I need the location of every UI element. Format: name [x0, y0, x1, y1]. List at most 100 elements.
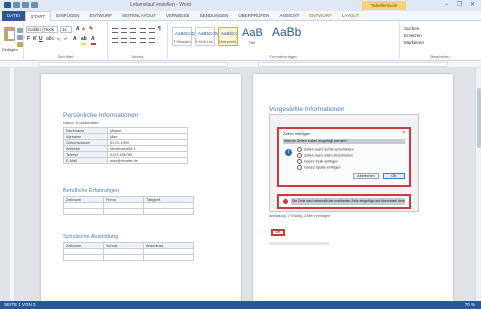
- page-right[interactable]: Vorgestellte Informationen Zellen einfüg…: [253, 74, 453, 301]
- tab-mailings[interactable]: SENDUNGEN: [195, 11, 234, 21]
- style-no-spacing[interactable]: AaBbCcDc ¶ Kein Lee...: [195, 27, 220, 46]
- undo-icon[interactable]: [22, 2, 29, 8]
- experience-table[interactable]: Zeitraum Firma Tätigkeit: [63, 196, 194, 215]
- dialog-title: Zellen einfügen: [283, 131, 311, 136]
- warning-text: Die Zeile wird unterhalb der markierten …: [291, 198, 405, 205]
- highlight-icon[interactable]: ab: [81, 36, 87, 42]
- editing-group-label: Bearbeiten: [430, 54, 450, 59]
- ribbon: Einfügen Calibri (Textk 11 A A ✎ F K U a…: [0, 21, 481, 61]
- text-effects-icon[interactable]: A: [73, 36, 77, 42]
- style-heading-1[interactable]: AaBbCc Überschrift 1: [218, 27, 238, 46]
- vertical-ruler[interactable]: [10, 68, 15, 301]
- table-row: [63, 208, 194, 215]
- restore-button[interactable]: ❐: [455, 1, 464, 9]
- style-title[interactable]: AaB Titel: [241, 27, 263, 46]
- font-size-select[interactable]: 11: [60, 26, 72, 33]
- styles-group: AaBbCcDc ¶ Standard AaBbCcDc ¶ Kein Lee.…: [168, 23, 400, 59]
- shrink-font-icon[interactable]: A: [82, 26, 85, 31]
- italic-icon[interactable]: K: [33, 36, 37, 42]
- horizontal-ruler[interactable]: [0, 61, 481, 68]
- grow-font-icon[interactable]: A: [76, 26, 80, 32]
- editing-group: Suchen Ersetzen Markieren Bearbeiten: [400, 23, 480, 59]
- font-group: Calibri (Textk 11 A A ✎ F K U abc x₂ x² …: [24, 23, 108, 59]
- warning-note-highlight: Die Zeile wird unterhalb der markierten …: [277, 194, 411, 209]
- tab-view[interactable]: ANSICHT: [274, 11, 304, 21]
- insert-cells-dialog-highlight: Zellen einfügen ✕ Welche Zellen sollen e…: [277, 127, 411, 187]
- tab-file[interactable]: DATEI: [2, 10, 25, 21]
- select-button[interactable]: Markieren: [404, 40, 424, 45]
- vertical-scrollbar[interactable]: [475, 68, 481, 301]
- align-center-icon[interactable]: [121, 38, 127, 43]
- table-row: E-Mail max@muster.de: [63, 157, 188, 164]
- clear-format-icon[interactable]: ✎: [89, 26, 93, 32]
- replace-button[interactable]: Ersetzen: [404, 33, 422, 38]
- education-table[interactable]: Zeitraum Schule Abschluss: [63, 242, 194, 261]
- copy-icon[interactable]: [17, 35, 23, 40]
- minimize-button[interactable]: −: [442, 1, 451, 9]
- tab-insert[interactable]: EINFÜGEN: [51, 11, 84, 21]
- increase-indent-icon[interactable]: [149, 28, 155, 33]
- dialog-ok-button[interactable]: OK: [383, 173, 405, 179]
- superscript-icon[interactable]: x²: [64, 36, 67, 41]
- paste-button[interactable]: [3, 25, 17, 45]
- section-heading-personal: Persönliche Informationen: [63, 112, 139, 119]
- zoom-level[interactable]: 70 %: [465, 301, 475, 309]
- context-tab-label: Tabellentools: [362, 1, 406, 10]
- tab-review[interactable]: ÜBERPRÜFEN: [233, 11, 274, 21]
- tab-design[interactable]: ENTWURF: [85, 11, 118, 21]
- dialog-question: Welche Zellen sollen eingefügt werden?: [283, 139, 405, 144]
- cut-icon[interactable]: [17, 28, 23, 33]
- tab-table-design[interactable]: ENTWURF: [304, 11, 337, 21]
- numbering-icon[interactable]: [121, 28, 127, 33]
- figure-caption: Abbildung 1: Dialog „Zellen einfügen": [269, 214, 332, 218]
- tab-references[interactable]: VERWEISE: [161, 11, 195, 21]
- title-bar: Lebenslauf erstellen - Word Tabellentool…: [0, 0, 481, 11]
- dialog-close-icon[interactable]: ✕: [402, 130, 406, 136]
- line-spacing-icon[interactable]: [149, 38, 155, 43]
- quick-access-toolbar: [4, 2, 38, 8]
- font-name-select[interactable]: Calibri (Textk: [26, 26, 58, 33]
- page-count[interactable]: SEITE 1 VON 2: [4, 302, 36, 307]
- section-heading-presented: Vorgestellte Informationen: [269, 106, 345, 113]
- styles-group-label: Formatvorlagen: [269, 54, 298, 59]
- dialog-cancel-button[interactable]: Abbrechen: [353, 173, 379, 179]
- ok-button-highlight[interactable]: OK: [271, 229, 285, 236]
- justify-icon[interactable]: [140, 38, 146, 43]
- strikethrough-icon[interactable]: abc: [46, 36, 54, 42]
- bold-icon[interactable]: F: [27, 36, 30, 42]
- underline-icon[interactable]: U: [39, 36, 43, 42]
- find-button[interactable]: Suchen: [404, 26, 419, 31]
- text-line-placeholder: [269, 242, 329, 245]
- tab-page-layout[interactable]: SEITENLAYOUT: [117, 11, 161, 21]
- bullets-icon[interactable]: [112, 28, 118, 33]
- font-group-label: Schriftart: [57, 54, 74, 59]
- save-icon[interactable]: [13, 2, 20, 8]
- ribbon-tabs: DATEI START EINFÜGEN ENTWURF SEITENLAYOU…: [0, 10, 481, 21]
- personal-info-table[interactable]: Nachname Muster Vorname Max Geburtsdatum 01…: [63, 127, 188, 164]
- info-icon: i: [285, 149, 292, 156]
- scrollbar-thumb[interactable]: [477, 88, 481, 148]
- paragraph-group: ¶ Absatz: [108, 23, 168, 59]
- format-painter-icon[interactable]: [17, 42, 23, 47]
- radio-shift-down[interactable]: Zellen nach unten verschieben: [297, 153, 353, 158]
- redo-icon[interactable]: [31, 2, 38, 8]
- section-heading-education: Schulische Ausbildung: [63, 234, 119, 240]
- radio-entire-column[interactable]: Ganze Spalte einfügen: [297, 165, 341, 170]
- page-left[interactable]: Persönliche Informationen Name, Kontaktd…: [41, 74, 241, 301]
- radio-shift-right[interactable]: Zellen nach rechts verschieben: [297, 147, 354, 152]
- tab-start[interactable]: START: [24, 10, 52, 21]
- align-right-icon[interactable]: [130, 38, 136, 43]
- radio-entire-row[interactable]: Ganze Zeile einfügen: [297, 159, 338, 164]
- style-standard[interactable]: AaBbCcDc ¶ Standard: [172, 27, 197, 46]
- close-button[interactable]: ✕: [468, 1, 477, 9]
- multilevel-list-icon[interactable]: [130, 28, 136, 33]
- styles-gallery-sample[interactable]: AaBb: [272, 25, 301, 39]
- decrease-indent-icon[interactable]: [140, 28, 146, 33]
- show-formatting-icon[interactable]: ¶: [158, 26, 161, 32]
- paste-label: Einfügen: [2, 47, 18, 52]
- subscript-icon[interactable]: x₂: [57, 36, 61, 41]
- font-color-icon[interactable]: A: [91, 36, 95, 42]
- document-title: Lebenslauf erstellen - Word: [130, 2, 192, 8]
- tab-table-layout[interactable]: LAYOUT: [337, 11, 365, 21]
- align-left-icon[interactable]: [112, 38, 118, 43]
